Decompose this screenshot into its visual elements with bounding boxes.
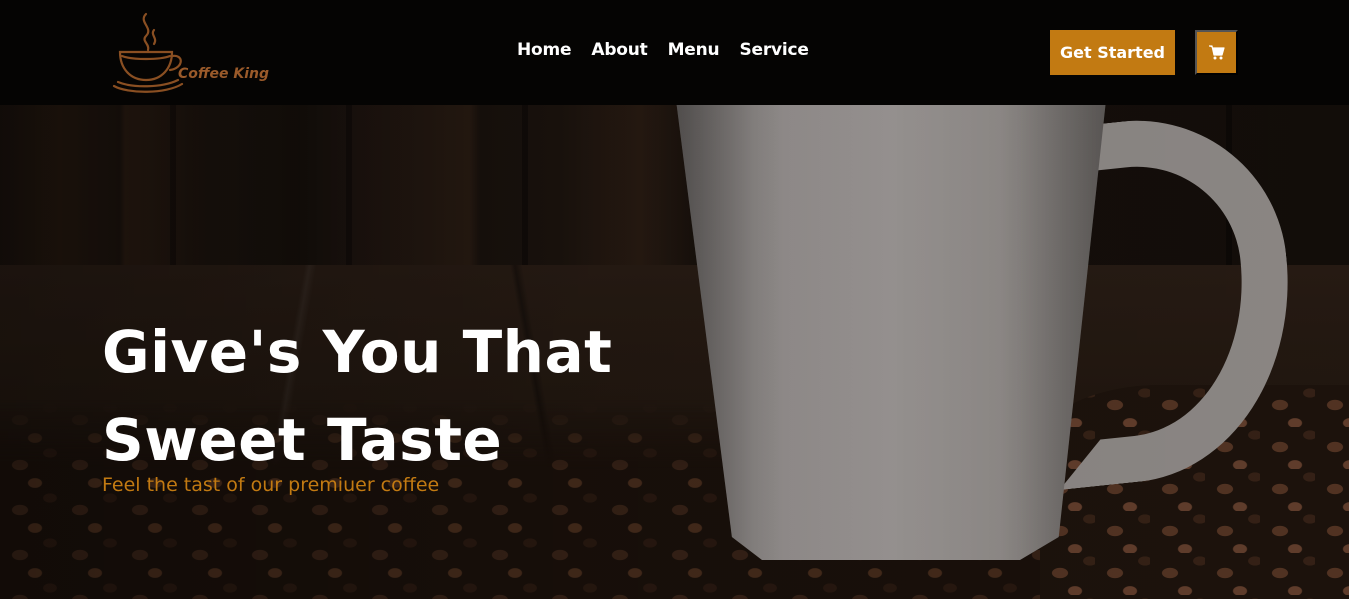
cart-button[interactable] [1195,30,1238,75]
get-started-button[interactable]: Get Started [1050,30,1175,75]
brand-name: Coffee King [178,66,270,82]
brand-logo[interactable]: Coffee King [108,8,270,98]
nav-menu[interactable]: Menu [668,40,720,60]
shopping-cart-icon [1208,45,1225,60]
nav-home[interactable]: Home [517,40,572,60]
hero-headline-line1: Give's You That [102,318,613,386]
main-nav: Home About Menu Service [517,40,809,60]
navbar: Coffee King Home About Menu Service Get … [0,0,1349,105]
coffee-cup-steam-icon [112,12,184,93]
nav-service[interactable]: Service [739,40,808,60]
hero-subheadline: Feel the tast of our premiuer coffee [102,474,440,496]
nav-about[interactable]: About [591,40,647,60]
hero-headline-line2: Sweet Taste [102,406,503,474]
hero-headline: Give's You That Sweet Taste [102,308,662,484]
